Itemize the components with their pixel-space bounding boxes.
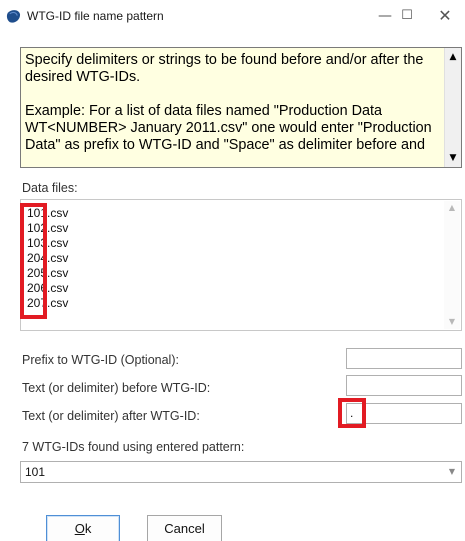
close-button[interactable]: ✕ [434, 6, 456, 26]
ok-mnemonic: O [74, 521, 85, 536]
window-title: WTG-ID file name pattern [27, 9, 164, 23]
title-bar: WTG-ID file name pattern — ☐ ✕ [0, 0, 465, 32]
help-text: Specify delimiters or strings to be foun… [25, 52, 435, 154]
ok-label-rest: k [84, 521, 92, 536]
before-delimiter-input[interactable] [346, 375, 462, 396]
delimiter-highlight [338, 398, 366, 428]
chevron-down-icon[interactable]: ▼ [449, 467, 455, 476]
ok-button[interactable]: Ok [46, 515, 120, 541]
files-scroll-down-icon[interactable]: ▼ [444, 315, 460, 329]
scroll-up-arrow-icon[interactable]: ▲ [445, 49, 461, 65]
wtg-id-dropdown[interactable]: 101 ▼ [20, 461, 462, 483]
maximize-button[interactable]: ☐ [396, 6, 418, 26]
wtg-id-highlight [20, 203, 47, 319]
result-count-label: 7 WTG-IDs found using entered pattern: [22, 440, 245, 454]
data-files-label: Data files: [22, 181, 78, 195]
help-textbox[interactable]: Specify delimiters or strings to be foun… [20, 47, 462, 168]
prefix-label: Prefix to WTG-ID (Optional): [22, 353, 179, 367]
help-paragraph-intro: Specify delimiters or strings to be foun… [25, 52, 424, 85]
prefix-input[interactable] [346, 348, 462, 369]
cancel-button[interactable]: Cancel [147, 515, 222, 541]
before-delimiter-label: Text (or delimiter) before WTG-ID: [22, 381, 211, 395]
files-scrollbar[interactable]: ▲ ▼ [444, 201, 460, 329]
data-files-list[interactable]: 101.csv 102.csv 103.csv 204.csv 205.csv 206.c… [20, 199, 462, 331]
help-scrollbar[interactable]: ▲ ▼ [444, 48, 461, 167]
dropdown-selected-value: 101 [25, 465, 46, 479]
files-scroll-up-icon[interactable]: ▲ [444, 201, 460, 215]
app-icon [6, 10, 21, 23]
minimize-button[interactable]: — [374, 6, 396, 26]
help-paragraph-example: Example: For a list of data files named … [25, 103, 432, 153]
scroll-down-arrow-icon[interactable]: ▼ [445, 150, 461, 166]
after-delimiter-label: Text (or delimiter) after WTG-ID: [22, 409, 200, 423]
